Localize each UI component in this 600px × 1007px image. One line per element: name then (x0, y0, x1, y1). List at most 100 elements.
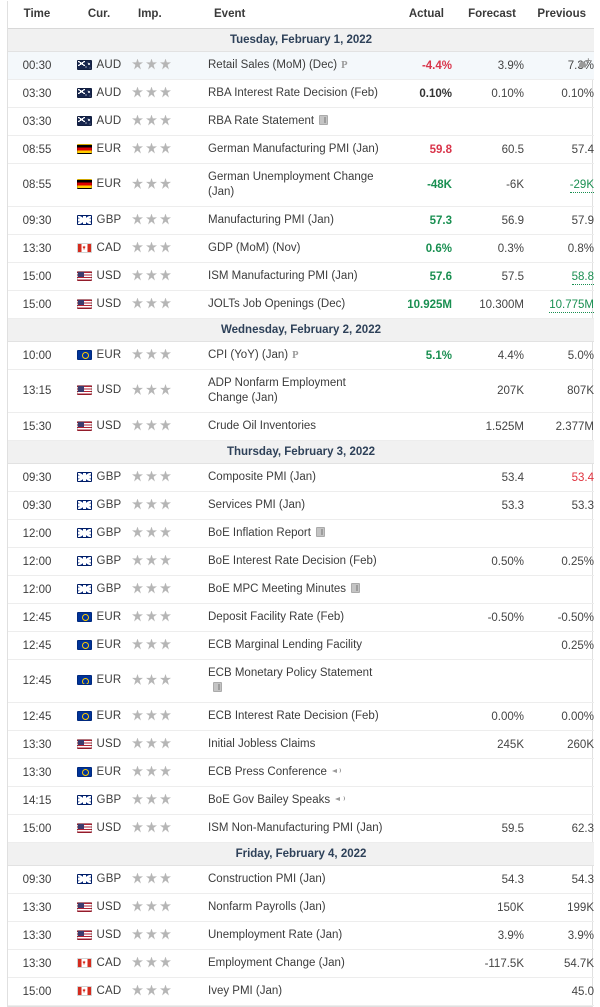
table-row[interactable]: 15:00 USD JOLTs Job Openings (Dec) 10.925M 1… (8, 290, 594, 319)
table-row[interactable]: 03:30 AUD RBA Interest Rate Decision (Feb)… (8, 79, 594, 108)
event-name-cell[interactable]: ECB Press Conference (208, 758, 386, 787)
document-icon[interactable] (315, 527, 325, 537)
event-name-cell[interactable]: Retail Sales (MoM) (Dec) P (208, 51, 386, 80)
table-row[interactable]: 00:30 AUD Retail Sales (MoM) (Dec) P -4.4% 3.… (8, 51, 594, 80)
event-name-cell[interactable]: ISM Non-Manufacturing PMI (Jan) (208, 814, 386, 843)
table-row[interactable]: 12:00 GBP BoE Inflation Report (8, 519, 594, 548)
event-name: ECB Marginal Lending Facility (208, 639, 363, 651)
table-row[interactable]: 13:15 USD ADP Nonfarm Employment Change (J… (8, 369, 594, 413)
event-forecast: 56.9 (452, 206, 524, 235)
column-header-event[interactable]: Event (208, 1, 386, 29)
event-name-cell[interactable]: ISM Manufacturing PMI (Jan) (208, 262, 386, 291)
event-name-cell[interactable]: Crude Oil Inventories (208, 412, 386, 441)
column-header-forecast[interactable]: Forecast (452, 1, 524, 29)
event-name-cell[interactable]: GDP (MoM) (Nov) (208, 234, 386, 263)
table-row[interactable]: 03:30 AUD RBA Rate Statement (8, 107, 594, 136)
table-row[interactable]: 13:30 USD Initial Jobless Claims 245K 260K (8, 730, 594, 759)
event-name-cell[interactable]: Services PMI (Jan) (208, 491, 386, 520)
event-name-cell[interactable]: Initial Jobless Claims (208, 730, 386, 759)
importance-star (132, 86, 143, 98)
event-name-cell[interactable]: BoE MPC Meeting Minutes (208, 575, 386, 604)
table-row[interactable]: 09:30 GBP Composite PMI (Jan) 53.4 53.4 (8, 463, 594, 492)
event-name: JOLTs Job Openings (Dec) (208, 298, 346, 310)
flag-icon-eur (76, 639, 92, 650)
importance-star (160, 765, 171, 777)
event-name-cell[interactable]: Ivey PMI (Jan) (208, 977, 386, 1006)
event-previous: 57.4 (524, 135, 594, 164)
table-row[interactable]: 15:00 USD ISM Manufacturing PMI (Jan) 57.6 5… (8, 262, 594, 291)
previous-value: 58.8 (571, 270, 594, 285)
event-name-cell[interactable]: BoE Interest Rate Decision (Feb) (208, 547, 386, 576)
previous-value: 0.25% (561, 555, 594, 568)
event-previous: 0.00% (524, 702, 594, 731)
table-row[interactable]: 13:30 EUR ECB Press Conference (8, 758, 594, 787)
table-header: Time Cur. Imp. Event Actual Forecast Pre… (8, 1, 594, 29)
event-name-cell[interactable]: JOLTs Job Openings (Dec) (208, 290, 386, 319)
table-row[interactable]: 12:45 EUR ECB Marginal Lending Facility 0.2… (8, 631, 594, 660)
event-name-cell[interactable]: BoE Inflation Report (208, 519, 386, 548)
event-name-cell[interactable]: Construction PMI (Jan) (208, 865, 386, 894)
currency-code: EUR (96, 638, 122, 651)
document-icon[interactable] (319, 115, 329, 125)
column-header-actual[interactable]: Actual (386, 1, 452, 29)
table-row[interactable]: 15:00 CAD Ivey PMI (Jan) 45.0 (8, 977, 594, 1006)
importance-star (160, 793, 171, 805)
table-row[interactable]: 12:00 GBP BoE Interest Rate Decision (Feb)… (8, 547, 594, 576)
event-importance (132, 412, 208, 441)
event-name-cell[interactable]: CPI (YoY) (Jan) P (208, 341, 386, 370)
event-name-cell[interactable]: Deposit Facility Rate (Feb) (208, 603, 386, 632)
event-name-cell[interactable]: Nonfarm Payrolls (Jan) (208, 893, 386, 922)
event-time: 12:00 (8, 547, 66, 576)
table-row[interactable]: 13:30 CAD GDP (MoM) (Nov) 0.6% 0.3% 0.8% (8, 234, 594, 263)
event-name-cell[interactable]: BoE Gov Bailey Speaks (208, 786, 386, 815)
column-header-currency[interactable]: Cur. (66, 1, 132, 29)
event-time: 10:00 (8, 341, 66, 370)
event-name-cell[interactable]: Unemployment Rate (Jan) (208, 921, 386, 950)
speaker-icon[interactable] (331, 766, 343, 776)
table-row[interactable]: 15:30 USD Crude Oil Inventories 1.525M 2.377… (8, 412, 594, 441)
column-header-importance[interactable]: Imp. (132, 1, 208, 29)
table-row[interactable]: 09:30 GBP Manufacturing PMI (Jan) 57.3 56.9 5… (8, 206, 594, 235)
event-actual: 0.10% (386, 79, 452, 108)
event-forecast: 3.9% (452, 921, 524, 950)
importance-star (146, 178, 157, 189)
table-row[interactable]: 09:30 GBP Construction PMI (Jan) 54.3 54.3 (8, 865, 594, 894)
table-row[interactable]: 08:55 EUR German Unemployment Change (Jan)… (8, 163, 594, 207)
table-row[interactable]: 13:30 CAD Employment Change (Jan) -117.5K 54… (8, 949, 594, 978)
table-row[interactable]: 12:00 GBP BoE MPC Meeting Minutes (8, 575, 594, 604)
table-row[interactable]: 09:30 GBP Services PMI (Jan) 53.3 53.3 (8, 491, 594, 520)
add-alert-bell-icon[interactable] (573, 56, 591, 72)
importance-star (160, 419, 171, 431)
forecast-value: 3.9% (497, 929, 524, 942)
table-row[interactable]: 15:00 USD ISM Non-Manufacturing PMI (Jan) 5… (8, 814, 594, 843)
event-name-cell[interactable]: German Unemployment Change (Jan) (208, 163, 386, 207)
event-name-cell[interactable]: ECB Marginal Lending Facility (208, 631, 386, 660)
event-name-cell[interactable]: ECB Interest Rate Decision (Feb) (208, 702, 386, 731)
table-row[interactable]: 13:30 USD Unemployment Rate (Jan) 3.9% 3.9% (8, 921, 594, 950)
event-time: 09:30 (8, 463, 66, 492)
event-name-cell[interactable]: RBA Interest Rate Decision (Feb) (208, 79, 386, 108)
event-currency: USD (66, 730, 132, 759)
column-header-time[interactable]: Time (8, 1, 66, 29)
table-row[interactable]: 14:15 GBP BoE Gov Bailey Speaks (8, 786, 594, 815)
flag-icon-usd (76, 738, 92, 749)
event-name-cell[interactable]: German Manufacturing PMI (Jan) (208, 135, 386, 164)
table-row[interactable]: 12:45 EUR Deposit Facility Rate (Feb) -0.50… (8, 603, 594, 632)
speaker-icon[interactable] (335, 794, 346, 804)
event-name-cell[interactable]: Composite PMI (Jan) (208, 463, 386, 492)
event-currency: USD (66, 921, 132, 950)
event-name-cell[interactable]: Manufacturing PMI (Jan) (208, 206, 386, 235)
table-row[interactable]: 08:55 EUR German Manufacturing PMI (Jan) 59… (8, 135, 594, 164)
table-row[interactable]: 13:30 USD Nonfarm Payrolls (Jan) 150K 199K (8, 893, 594, 922)
column-header-previous[interactable]: Previous (524, 1, 594, 29)
event-name-cell[interactable]: ADP Nonfarm Employment Change (Jan) (208, 369, 386, 413)
event-name-cell[interactable]: RBA Rate Statement (208, 107, 386, 136)
table-row[interactable]: 12:45 EUR ECB Interest Rate Decision (Feb)… (8, 702, 594, 731)
event-name-cell[interactable]: Employment Change (Jan) (208, 949, 386, 978)
event-name-cell[interactable]: ECB Monetary Policy Statement (208, 659, 386, 703)
table-row[interactable]: 10:00 EUR CPI (YoY) (Jan) P 5.1% 4.4% 5.0% (8, 341, 594, 370)
table-row[interactable]: 12:45 EUR ECB Monetary Policy Statement (8, 659, 594, 703)
document-icon[interactable] (213, 682, 222, 692)
document-icon[interactable] (351, 583, 361, 593)
flag-icon-usd (76, 929, 92, 940)
